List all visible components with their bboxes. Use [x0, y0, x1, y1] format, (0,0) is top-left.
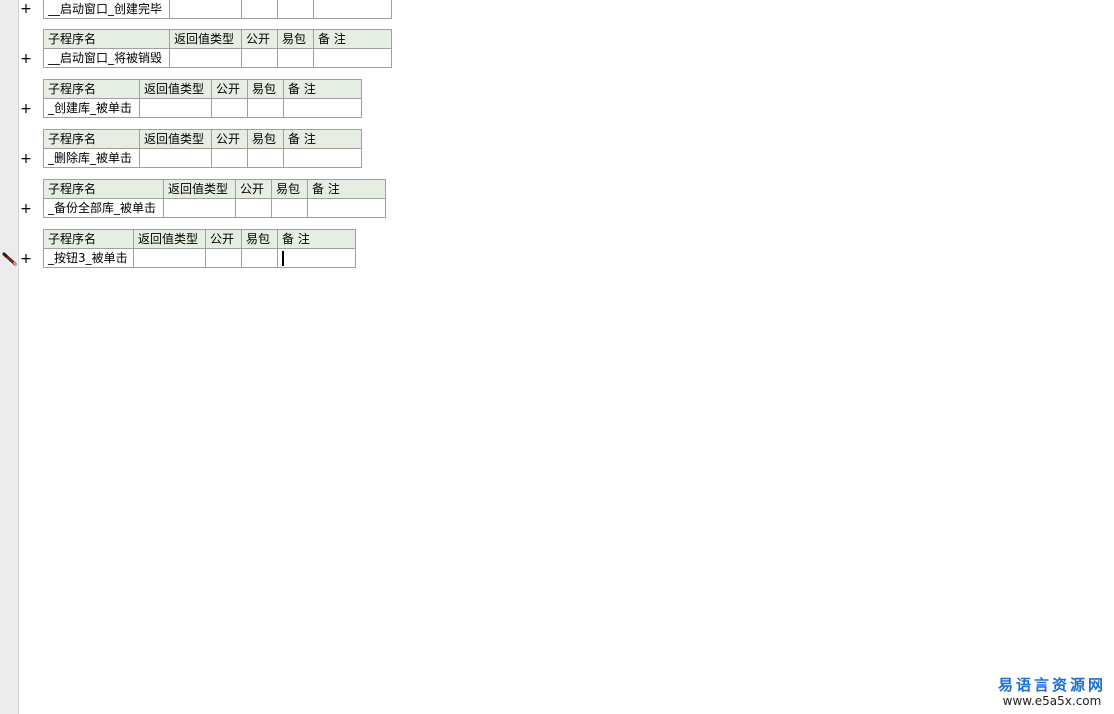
- expand-icon[interactable]: +: [20, 152, 32, 166]
- header-subroutine-name: 子程序名: [43, 79, 140, 99]
- header-public: 公开: [211, 129, 248, 149]
- subroutine-table: __启动窗口_创建完毕: [43, 0, 392, 19]
- return-type-cell[interactable]: [169, 48, 242, 68]
- watermark-url: www.e5a5x.com: [1002, 694, 1102, 708]
- header-subroutine-name: 子程序名: [43, 129, 140, 149]
- subroutine-name-cell[interactable]: __启动窗口_将被销毁: [43, 48, 170, 68]
- expand-icon[interactable]: +: [20, 52, 32, 66]
- remark-cell[interactable]: [313, 0, 392, 19]
- header-return-type: 返回值类型: [163, 179, 236, 199]
- expand-icon[interactable]: +: [20, 202, 32, 216]
- header-subroutine-name: 子程序名: [43, 179, 164, 199]
- subroutine-table: 子程序名 返回值类型 公开 易包 备 注 __启动窗口_将被销毁: [43, 29, 392, 68]
- subroutine-name-cell[interactable]: _备份全部库_被单击: [43, 198, 164, 218]
- subroutine-name-cell[interactable]: __启动窗口_创建完毕: [43, 0, 170, 19]
- subroutine-name-cell[interactable]: _按钮3_被单击: [43, 248, 134, 268]
- return-type-cell[interactable]: [163, 198, 236, 218]
- header-package: 易包: [271, 179, 308, 199]
- public-cell[interactable]: [205, 248, 242, 268]
- return-type-cell[interactable]: [139, 98, 212, 118]
- public-cell[interactable]: [241, 0, 278, 19]
- subroutine-table: 子程序名 返回值类型 公开 易包 备 注 _按钮3_被单击: [43, 229, 356, 268]
- package-cell[interactable]: [277, 48, 314, 68]
- header-package: 易包: [247, 129, 284, 149]
- header-remark: 备 注: [277, 229, 356, 249]
- subroutine-name-cell[interactable]: _删除库_被单击: [43, 148, 140, 168]
- public-cell[interactable]: [235, 198, 272, 218]
- expand-icon[interactable]: +: [20, 2, 32, 16]
- package-cell[interactable]: [247, 148, 284, 168]
- remark-cell[interactable]: [277, 248, 356, 268]
- return-type-cell[interactable]: [133, 248, 206, 268]
- package-cell[interactable]: [271, 198, 308, 218]
- header-return-type: 返回值类型: [139, 79, 212, 99]
- header-return-type: 返回值类型: [169, 29, 242, 49]
- header-remark: 备 注: [313, 29, 392, 49]
- public-cell[interactable]: [211, 148, 248, 168]
- subroutine-table: 子程序名 返回值类型 公开 易包 备 注 _删除库_被单击: [43, 129, 362, 168]
- public-cell[interactable]: [211, 98, 248, 118]
- header-subroutine-name: 子程序名: [43, 29, 170, 49]
- remark-cell[interactable]: [313, 48, 392, 68]
- public-cell[interactable]: [241, 48, 278, 68]
- subroutine-table: 子程序名 返回值类型 公开 易包 备 注 _备份全部库_被单击: [43, 179, 386, 218]
- watermark: 易语言资源网 www.e5a5x.com: [998, 676, 1106, 708]
- header-public: 公开: [241, 29, 278, 49]
- header-return-type: 返回值类型: [133, 229, 206, 249]
- header-package: 易包: [277, 29, 314, 49]
- package-cell[interactable]: [277, 0, 314, 19]
- pencil-icon: [2, 252, 17, 266]
- package-cell[interactable]: [247, 98, 284, 118]
- text-caret: [282, 251, 284, 266]
- header-package: 易包: [247, 79, 284, 99]
- header-public: 公开: [235, 179, 272, 199]
- editor-gutter: [0, 0, 19, 714]
- code-editor: + __启动窗口_创建完毕 子程序名 返回值类型 公开 易包 备 注 __启动窗…: [0, 0, 1114, 714]
- header-remark: 备 注: [283, 129, 362, 149]
- expand-icon[interactable]: +: [20, 102, 32, 116]
- header-return-type: 返回值类型: [139, 129, 212, 149]
- watermark-title: 易语言资源网: [997, 676, 1106, 694]
- package-cell[interactable]: [241, 248, 278, 268]
- remark-cell[interactable]: [307, 198, 386, 218]
- remark-cell[interactable]: [283, 98, 362, 118]
- header-remark: 备 注: [283, 79, 362, 99]
- header-subroutine-name: 子程序名: [43, 229, 134, 249]
- header-remark: 备 注: [307, 179, 386, 199]
- expand-icon[interactable]: +: [20, 252, 32, 266]
- header-public: 公开: [211, 79, 248, 99]
- header-public: 公开: [205, 229, 242, 249]
- return-type-cell[interactable]: [169, 0, 242, 19]
- header-package: 易包: [241, 229, 278, 249]
- subroutine-name-cell[interactable]: _创建库_被单击: [43, 98, 140, 118]
- remark-cell[interactable]: [283, 148, 362, 168]
- subroutine-table: 子程序名 返回值类型 公开 易包 备 注 _创建库_被单击: [43, 79, 362, 118]
- return-type-cell[interactable]: [139, 148, 212, 168]
